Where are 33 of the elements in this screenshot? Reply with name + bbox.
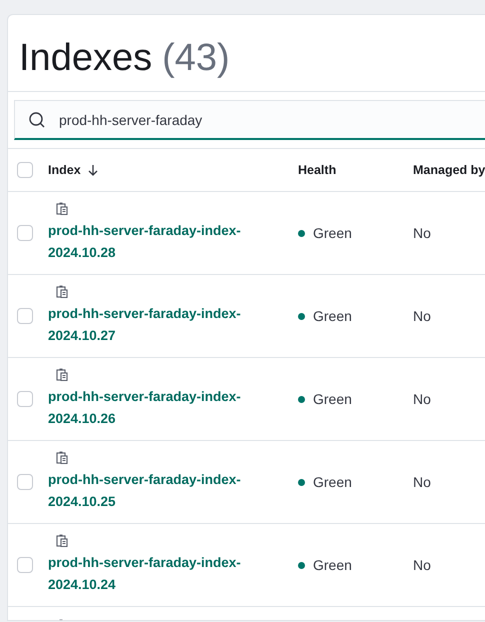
search-field[interactable]: prod-hh-server-faraday	[14, 100, 485, 140]
page-title: Indexes	[19, 36, 152, 80]
health-status: Green	[313, 225, 352, 241]
health-status: Green	[313, 557, 352, 573]
document-icon	[56, 451, 68, 464]
managed-value: No	[413, 474, 431, 490]
health-status: Green	[313, 474, 352, 490]
document-icon	[56, 202, 68, 215]
index-link[interactable]: prod-hh-server-faraday-index-2024.10.28	[48, 220, 268, 264]
document-icon	[56, 285, 68, 298]
managed-value: No	[413, 557, 431, 573]
checkbox[interactable]	[17, 474, 33, 490]
checkbox[interactable]	[17, 557, 33, 573]
checkbox[interactable]	[17, 162, 33, 178]
managed-value: No	[413, 391, 431, 407]
index-link[interactable]: prod-hh-server-faraday-index-2024.10.25	[48, 469, 268, 513]
checkbox[interactable]	[17, 225, 33, 241]
column-header: Managed by	[413, 163, 485, 177]
managed-value: No	[413, 308, 431, 324]
search-icon	[28, 111, 46, 129]
managed-value: No	[413, 225, 431, 241]
health-status: Green	[313, 308, 352, 324]
column-header: Health	[298, 163, 336, 177]
checkbox[interactable]	[17, 308, 33, 324]
document-icon	[56, 534, 68, 547]
index-count: (43)	[162, 36, 230, 80]
index-link[interactable]: prod-hh-server-faraday-index-2024.10.24	[48, 552, 268, 596]
checkbox[interactable]	[17, 391, 33, 407]
index-link[interactable]: prod-hh-server-faraday-index-2024.10.26	[48, 386, 268, 430]
index-link[interactable]: prod-hh-server-faraday-index-2024.10.27	[48, 303, 268, 347]
health-status: Green	[313, 391, 352, 407]
document-icon	[56, 368, 68, 381]
column-header[interactable]: Index	[48, 163, 81, 177]
